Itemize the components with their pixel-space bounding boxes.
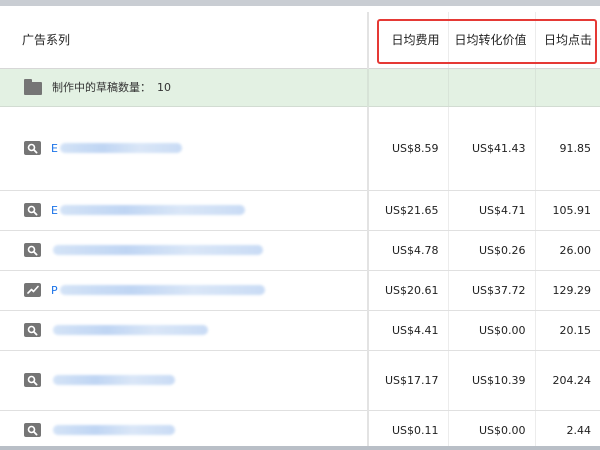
table-row[interactable]: E US$21.65 US$4.71 105.91 xyxy=(0,190,600,231)
drafts-empty-cell xyxy=(447,68,535,107)
avg-clicks-cell: 26.00 xyxy=(534,230,600,271)
campaign-name-link[interactable]: P xyxy=(51,284,58,297)
avg-clicks-cell: 105.91 xyxy=(534,190,600,231)
avg-conv-value-cell: US$41.43 xyxy=(447,106,535,191)
avg-conv-value-cell: US$4.71 xyxy=(447,190,535,231)
drafts-cell: 制作中的草稿数量： 10 xyxy=(0,68,369,107)
drafts-empty-cell xyxy=(367,68,448,107)
campaign-name-wrap xyxy=(0,323,366,337)
campaign-table-frame: 广告系列 日均费用 日均转化价值 日均点击 制作中的草稿数量： 10 E US$… xyxy=(0,0,600,450)
campaign-cell: E xyxy=(0,190,369,231)
search-icon xyxy=(24,141,41,155)
bottom-edge xyxy=(0,446,600,450)
redacted-campaign-name[interactable] xyxy=(59,205,245,215)
search-icon xyxy=(24,243,41,257)
avg-cost-column-header[interactable]: 日均费用 xyxy=(367,12,448,69)
campaign-name-wrap xyxy=(0,243,366,257)
table-row[interactable]: US$17.17 US$10.39 204.24 xyxy=(0,350,600,411)
avg-cost-cell: US$20.61 xyxy=(367,270,448,311)
avg-cost-cell: US$4.41 xyxy=(367,310,448,351)
campaign-name-wrap: P xyxy=(0,283,366,297)
avg-clicks-cell: 2.44 xyxy=(534,410,600,450)
redacted-campaign-name[interactable] xyxy=(53,245,263,255)
search-icon xyxy=(24,423,41,437)
campaign-name-link[interactable]: E xyxy=(51,204,58,217)
redacted-campaign-name[interactable] xyxy=(59,143,182,153)
avg-conv-value-cell: US$0.00 xyxy=(447,410,535,450)
avg-conv-value-cell: US$37.72 xyxy=(447,270,535,311)
campaign-cell: E xyxy=(0,106,369,191)
trending-icon xyxy=(24,283,41,297)
drafts-count: 10 xyxy=(157,80,171,94)
search-icon xyxy=(24,373,41,387)
table-row[interactable]: US$0.11 US$0.00 2.44 xyxy=(0,410,600,450)
avg-cost-cell: US$21.65 xyxy=(367,190,448,231)
drafts-row[interactable]: 制作中的草稿数量： 10 xyxy=(0,68,600,107)
table-row[interactable]: US$4.78 US$0.26 26.00 xyxy=(0,230,600,271)
avg-cost-cell: US$17.17 xyxy=(367,350,448,411)
avg-clicks-column-header[interactable]: 日均点击 xyxy=(534,12,600,69)
table-row[interactable]: US$4.41 US$0.00 20.15 xyxy=(0,310,600,351)
campaign-cell xyxy=(0,410,369,450)
redacted-campaign-name[interactable] xyxy=(53,425,175,435)
drafts-summary: 制作中的草稿数量： 10 xyxy=(0,78,366,95)
drafts-empty-cell xyxy=(534,68,600,107)
avg-conv-value-cell: US$0.00 xyxy=(447,310,535,351)
campaign-cell: P xyxy=(0,270,369,311)
table-row[interactable]: P US$20.61 US$37.72 129.29 xyxy=(0,270,600,311)
campaign-name-wrap: E xyxy=(0,203,366,217)
search-icon xyxy=(24,203,41,217)
drafts-label: 制作中的草稿数量： xyxy=(52,81,151,94)
avg-clicks-cell: 129.29 xyxy=(534,270,600,311)
redacted-campaign-name[interactable] xyxy=(53,325,208,335)
campaign-name-link[interactable]: E xyxy=(51,142,58,155)
campaign-name-wrap xyxy=(0,373,366,387)
avg-conv-value-column-header[interactable]: 日均转化价值 xyxy=(447,12,535,69)
avg-cost-cell: US$8.59 xyxy=(367,106,448,191)
search-icon xyxy=(24,323,41,337)
avg-cost-cell: US$4.78 xyxy=(367,230,448,271)
campaign-table: 广告系列 日均费用 日均转化价值 日均点击 制作中的草稿数量： 10 E US$… xyxy=(0,12,600,450)
campaign-column-header[interactable]: 广告系列 xyxy=(0,12,369,69)
campaign-name-wrap xyxy=(0,423,366,437)
avg-conv-value-cell: US$10.39 xyxy=(447,350,535,411)
avg-clicks-cell: 91.85 xyxy=(534,106,600,191)
avg-conv-value-cell: US$0.26 xyxy=(447,230,535,271)
campaign-cell xyxy=(0,350,369,411)
campaign-cell xyxy=(0,310,369,351)
redacted-campaign-name[interactable] xyxy=(53,375,175,385)
campaign-name-wrap: E xyxy=(0,141,366,155)
avg-cost-cell: US$0.11 xyxy=(367,410,448,450)
campaign-cell xyxy=(0,230,369,271)
redacted-campaign-name[interactable] xyxy=(59,285,265,295)
table-row[interactable]: E US$8.59 US$41.43 91.85 xyxy=(0,106,600,191)
folder-icon xyxy=(24,78,42,95)
avg-clicks-cell: 20.15 xyxy=(534,310,600,351)
avg-clicks-cell: 204.24 xyxy=(534,350,600,411)
table-header-row: 广告系列 日均费用 日均转化价值 日均点击 xyxy=(0,12,600,69)
